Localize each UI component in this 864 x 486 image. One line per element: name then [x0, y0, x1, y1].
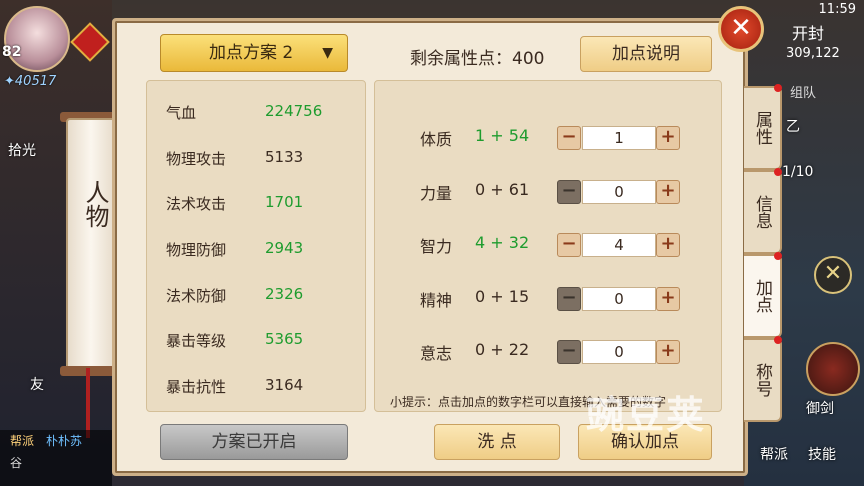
tab-3[interactable]: 称号	[744, 338, 782, 422]
stat-value: 1701	[265, 193, 304, 211]
skill-button[interactable]: 技能	[808, 444, 836, 464]
attribute-value: 0 + 15	[475, 287, 530, 306]
attribute-name: 精神	[420, 291, 453, 310]
stat-name: 气血	[166, 104, 197, 122]
team-button[interactable]: 组队	[790, 82, 816, 101]
tab-2[interactable]: 加点	[744, 254, 782, 338]
tassel-ornament	[86, 368, 90, 438]
flying-sword-icon[interactable]	[806, 342, 860, 396]
attribute-value: 0 + 61	[475, 180, 530, 199]
stat-name: 暴击抗性	[166, 378, 227, 396]
attribute-name: 智力	[420, 237, 453, 256]
help-button[interactable]: 加点说明	[580, 36, 712, 72]
friend-button[interactable]: 友	[30, 374, 44, 394]
plus-icon[interactable]: +	[656, 233, 680, 257]
plus-icon[interactable]: +	[656, 340, 680, 364]
flying-sword-label: 御剑	[806, 401, 834, 417]
minus-icon[interactable]: −	[557, 126, 581, 150]
plus-icon[interactable]: +	[656, 287, 680, 311]
points-input[interactable]: 0	[582, 180, 656, 204]
points-input[interactable]: 0	[582, 340, 656, 364]
notification-dot	[774, 84, 782, 92]
remaining-points-label: 剩余属性点：	[410, 49, 512, 69]
pickup-button[interactable]: 拾光	[8, 140, 36, 160]
quest-fragment: 乙	[786, 119, 800, 135]
status-time: 11:59	[818, 2, 856, 17]
stat-name: 暴击等级	[166, 332, 227, 350]
chat-sender-name[interactable]: 朴朴苏	[46, 432, 82, 449]
stat-value: 5365	[265, 330, 304, 348]
points-input[interactable]: 1	[582, 126, 656, 150]
watermark-logo: 豌豆荚	[586, 393, 707, 437]
points-input[interactable]: 0	[582, 287, 656, 311]
stat-value: 3164	[265, 376, 304, 394]
tab-0[interactable]: 属性	[744, 86, 782, 170]
remaining-points: 剩余属性点：400	[410, 44, 544, 69]
stat-value: 2943	[265, 239, 304, 257]
player-power-value: 40517	[14, 74, 57, 89]
minus-icon[interactable]: −	[557, 287, 581, 311]
scheme-dropdown-label: 加点方案 2	[209, 43, 294, 63]
close-hud-icon[interactable]: ✕	[814, 256, 852, 294]
player-level: 82	[2, 44, 22, 60]
remaining-points-value: 400	[512, 49, 545, 69]
stat-name: 法术防御	[166, 287, 227, 305]
tab-1[interactable]: 信息	[744, 170, 782, 254]
points-input[interactable]: 4	[582, 233, 656, 257]
plus-icon[interactable]: +	[656, 180, 680, 204]
chevron-down-icon: ▼	[322, 45, 333, 61]
scheme-dropdown[interactable]: 加点方案 2 ▼	[160, 34, 348, 72]
close-icon[interactable]: ✕	[718, 6, 764, 52]
attribute-value: 1 + 54	[475, 126, 530, 145]
minus-icon[interactable]: −	[557, 340, 581, 364]
scroll-title: 人物	[81, 180, 109, 228]
minus-icon[interactable]: −	[557, 233, 581, 257]
stat-name: 物理防御	[166, 241, 227, 259]
stat-name: 物理攻击	[166, 150, 227, 168]
attribute-value: 4 + 32	[475, 233, 530, 252]
stat-name: 法术攻击	[166, 195, 227, 213]
guild-button[interactable]: 帮派	[760, 444, 788, 464]
plus-icon[interactable]: +	[656, 126, 680, 150]
scheme-enabled-button[interactable]: 方案已开启	[160, 424, 348, 460]
minus-icon[interactable]: −	[557, 180, 581, 204]
attribute-name: 力量	[420, 184, 453, 203]
character-scroll[interactable]: 人物	[66, 118, 116, 372]
quest-progress: 1/10	[782, 164, 814, 180]
attribute-value: 0 + 22	[475, 340, 530, 359]
city-name: 开封	[792, 24, 825, 43]
stat-value: 224756	[265, 102, 323, 120]
map-coords: 309,122	[786, 46, 840, 61]
wash-points-button[interactable]: 洗 点	[434, 424, 560, 460]
notification-dot	[774, 336, 782, 344]
attribute-name: 体质	[420, 130, 453, 149]
player-power: ✦40517	[4, 74, 57, 89]
chat-message: 谷	[10, 456, 23, 470]
notification-dot	[774, 252, 782, 260]
stat-value: 5133	[265, 148, 304, 166]
player-avatar[interactable]	[4, 6, 70, 72]
notification-dot	[774, 168, 782, 176]
attribute-name: 意志	[420, 344, 453, 363]
stat-value: 2326	[265, 285, 304, 303]
chat-channel-tag: 帮派	[10, 434, 35, 448]
